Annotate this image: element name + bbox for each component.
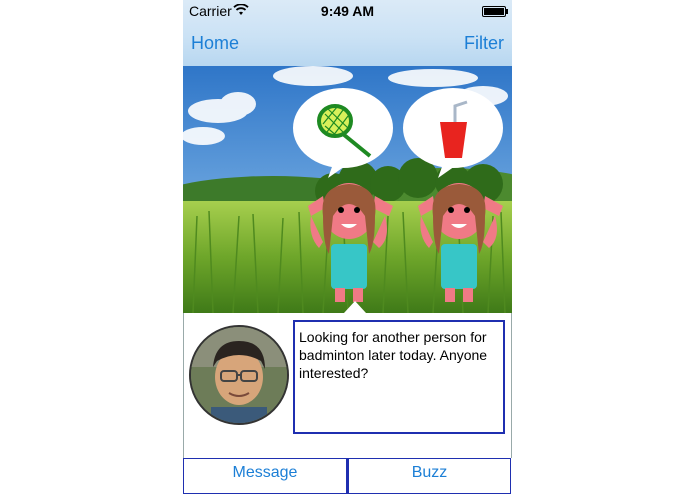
time-label: 9:49 AM	[320, 3, 375, 19]
avatar[interactable]	[189, 325, 289, 425]
post-detail: Looking for another person for badminton…	[183, 301, 512, 458]
post-message: Looking for another person for badminton…	[293, 320, 505, 434]
home-button[interactable]: Home	[191, 33, 239, 54]
activity-scene[interactable]	[183, 66, 512, 314]
buzz-button[interactable]: Buzz	[347, 458, 511, 494]
navigation-bar: Carrier 9:49 AM Home Filter	[183, 0, 512, 66]
filter-button[interactable]: Filter	[464, 33, 504, 54]
phone-screen: Carrier 9:49 AM Home Filter Looking for …	[183, 0, 512, 494]
action-bar: Message Buzz	[183, 458, 512, 494]
status-bar: Carrier 9:49 AM	[183, 0, 512, 22]
callout-pointer	[344, 301, 366, 313]
battery-icon	[482, 6, 508, 17]
message-button[interactable]: Message	[183, 458, 347, 494]
